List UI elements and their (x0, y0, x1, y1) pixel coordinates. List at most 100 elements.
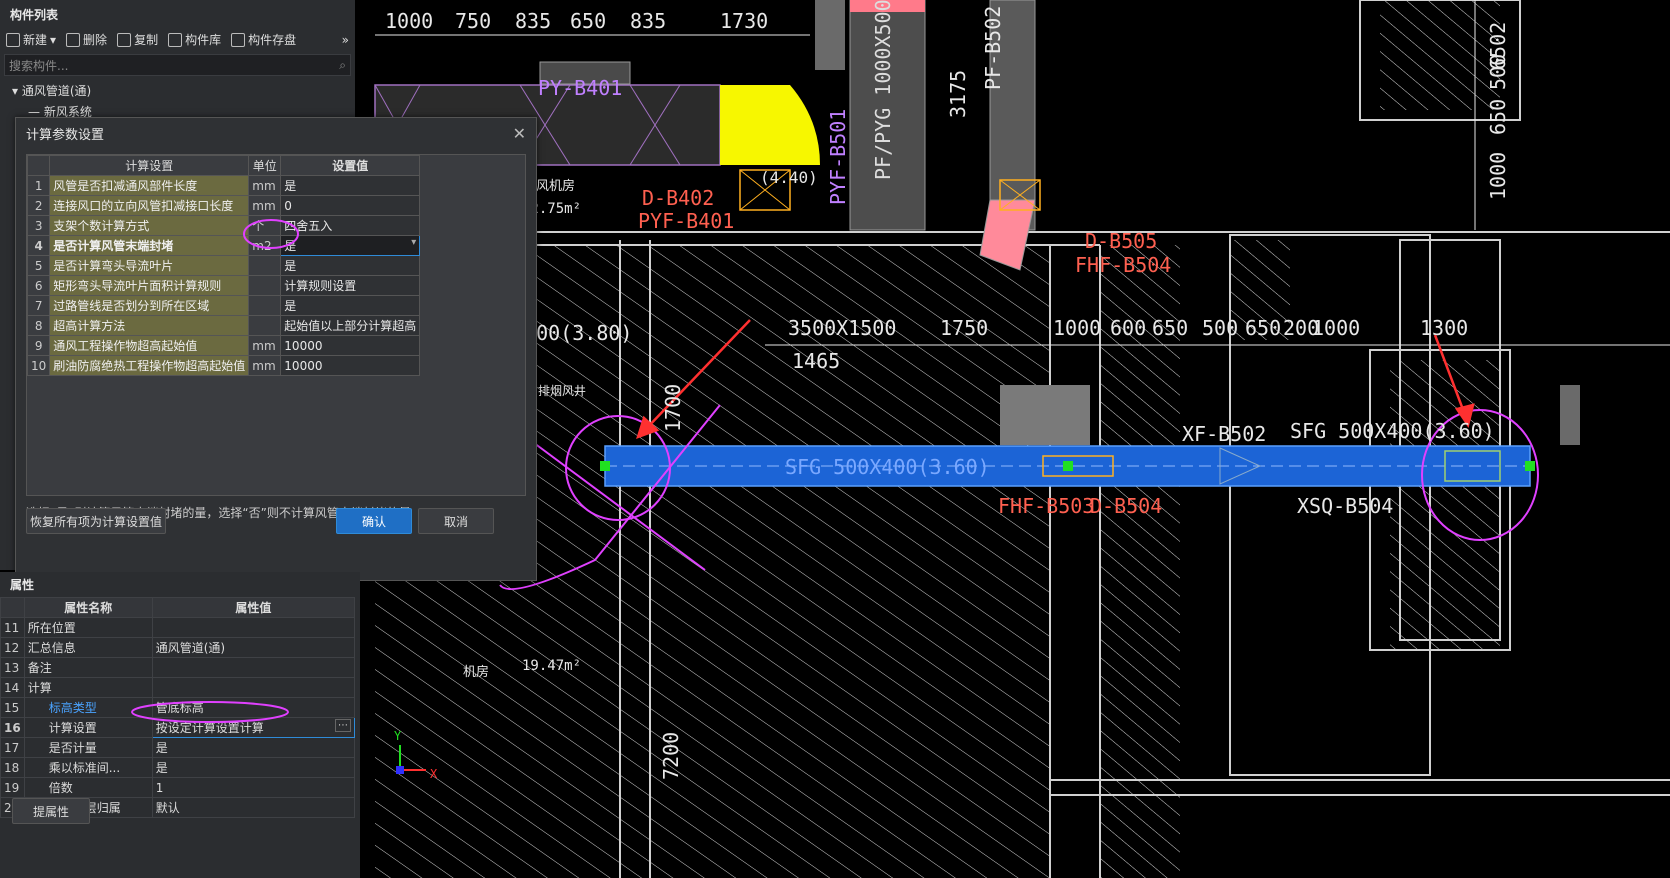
component-search-input[interactable]: 搜索构件... ⌕ (4, 54, 351, 76)
dimension-7200: 7200 (659, 732, 683, 780)
dimension-mid: 3500X1500 (788, 316, 896, 340)
library-icon (168, 32, 183, 47)
trash-icon (66, 32, 81, 47)
cad-drawing-canvas[interactable]: 1000 750 835 650 835 1730 3500X1500 1750 1000 600… (360, 0, 1670, 878)
property-value[interactable]: 默认 (151, 797, 356, 818)
settings-row[interactable]: 1 风管是否扣减通风部件长度 mm 是 (26, 175, 421, 196)
component-library-button[interactable]: 构件库 (168, 31, 221, 48)
duct-midpoint-grip[interactable] (1063, 461, 1073, 471)
setting-value[interactable]: 起始值以上部分计算超高 (280, 315, 421, 336)
property-value[interactable]: 通风管道(通) (151, 637, 356, 658)
copy-icon (117, 32, 132, 47)
copy-button[interactable]: 复制 (117, 31, 158, 48)
row-number: 17 (0, 737, 25, 758)
column-block-2 (815, 0, 845, 70)
label-exhaust-well: 排烟风井 (538, 384, 586, 398)
setting-value[interactable]: 四舍五入 (280, 215, 421, 236)
setting-value[interactable]: 10000 (280, 335, 421, 356)
setting-value[interactable]: 是 ▾ (280, 235, 421, 256)
label-machine-room: 机房 (463, 664, 489, 680)
row-number: 16 (0, 717, 25, 738)
row-number: 7 (26, 295, 51, 316)
dimension-right: 500 (1486, 54, 1510, 90)
label-pf-b502: PF-B502 (981, 6, 1005, 90)
setting-unit (248, 315, 282, 336)
property-row[interactable]: 11 所在位置 (0, 617, 356, 638)
duct-end-grip-right[interactable] (1525, 461, 1535, 471)
label-py-b401: PY-B401 (538, 76, 622, 100)
row-number: 14 (0, 677, 25, 698)
header-unit: 单位 (248, 155, 282, 176)
settings-row[interactable]: 2 连接风口的立向风管扣减接口长度 mm 0 (26, 195, 421, 216)
settings-row[interactable]: 7 过路管线是否划分到所在区域 是 (26, 295, 421, 316)
property-row[interactable]: 18 乘以标准间... 是 (0, 757, 356, 778)
cancel-button[interactable]: 取消 (418, 508, 494, 534)
magenta-highlight-ellipse (243, 219, 299, 249)
setting-name: 风管是否扣减通风部件长度 (49, 175, 250, 196)
dimension-mid: 650 (1245, 316, 1281, 340)
property-value[interactable] (151, 657, 356, 678)
property-row[interactable]: 13 备注 (0, 657, 356, 678)
dimension-mid: 1300 (1420, 316, 1468, 340)
close-icon[interactable]: ✕ (513, 124, 526, 143)
properties-title: 属性 (10, 578, 35, 592)
setting-unit (248, 275, 282, 296)
settings-row[interactable]: 9 通风工程操作物超高起始值 mm 10000 (26, 335, 421, 356)
hatch-area-column-2 (1390, 360, 1500, 650)
property-value[interactable] (151, 677, 356, 698)
property-row[interactable]: 19 倍数 1 (0, 777, 356, 798)
setting-value[interactable]: 0 (280, 195, 421, 216)
dimension-mid: 1750 (940, 316, 988, 340)
row-number: 10 (26, 355, 51, 376)
setting-value[interactable]: 计算规则设置 (280, 275, 421, 296)
property-name: 倍数 (23, 777, 153, 798)
dimension-right: 1000 (1486, 152, 1510, 200)
setting-value[interactable]: 是 (280, 255, 421, 276)
row-number: 19 (0, 777, 25, 798)
settings-row[interactable]: 5 是否计算弯头导流叶片 是 (26, 255, 421, 276)
setting-unit (248, 255, 282, 276)
settings-row[interactable]: 10 刷油防腐绝热工程操作物超高起始值 mm 10000 (26, 355, 421, 376)
dialog-title: 计算参数设置 (26, 127, 105, 143)
ok-button[interactable]: 确认 (336, 508, 412, 534)
row-number: 1 (26, 175, 51, 196)
property-value[interactable] (151, 617, 356, 638)
tree-item-root[interactable]: ▾ 通风管道(通) (0, 80, 355, 101)
property-name: 是否计量 (23, 737, 153, 758)
more-options-icon[interactable]: ⋯ (335, 719, 351, 732)
setting-value[interactable]: 10000 (280, 355, 421, 376)
property-value[interactable]: 是 (151, 737, 356, 758)
dimension-top: 1730 (720, 9, 768, 33)
property-name: 计算 (23, 677, 153, 698)
setting-unit: mm (248, 195, 282, 216)
header-prop-name: 属性名称 (23, 597, 153, 618)
label-pyf-b401: PYF-B401 (638, 209, 734, 233)
restore-defaults-button[interactable]: 恢复所有项为计算设置值 (26, 508, 166, 534)
setting-value[interactable]: 是 (280, 175, 421, 196)
duct-end-grip-left[interactable] (600, 461, 610, 471)
settings-row[interactable]: 4 是否计算风管末端封堵 m2 是 ▾ (26, 235, 421, 256)
hatch-area-top-right (1380, 0, 1500, 110)
new-button[interactable]: 新建 ▾ (6, 31, 56, 48)
component-save-button[interactable]: 构件存盘 (231, 31, 296, 48)
chevron-down-icon[interactable]: ▾ (411, 237, 416, 248)
property-row[interactable]: 17 是否计量是 (0, 737, 356, 758)
expand-toolbar-icon[interactable]: » (342, 33, 349, 47)
settings-grid: 计算设置 单位 设置值 1 风管是否扣减通风部件长度 mm 是 2 连接风口的立向风管扣减… (26, 154, 526, 496)
label-d-b504: D-B504 (1090, 494, 1162, 518)
label-xsq-b504: XSQ-B504 (1297, 494, 1393, 518)
property-value[interactable]: 1 (151, 777, 356, 798)
property-value[interactable]: 是 (151, 757, 356, 778)
dimension-top: 835 (630, 9, 666, 33)
extract-properties-button[interactable]: 提属性 (12, 798, 90, 824)
settings-row[interactable]: 3 支架个数计算方式个四舍五入 (26, 215, 421, 236)
chevron-down-icon[interactable]: ▾ (50, 33, 56, 47)
setting-name: 是否计算风管末端封堵 (49, 235, 250, 256)
label-d-b402: D-B402 (642, 186, 714, 210)
settings-row[interactable]: 8 超高计算方法 起始值以上部分计算超高 (26, 315, 421, 336)
delete-button[interactable]: 删除 (66, 31, 107, 48)
setting-value[interactable]: 是 (280, 295, 421, 316)
property-row[interactable]: 14 计算 (0, 677, 356, 698)
property-row[interactable]: 12 汇总信息 通风管道(通) (0, 637, 356, 658)
settings-row[interactable]: 6 矩形弯头导流叶片面积计算规则 计算规则设置 (26, 275, 421, 296)
